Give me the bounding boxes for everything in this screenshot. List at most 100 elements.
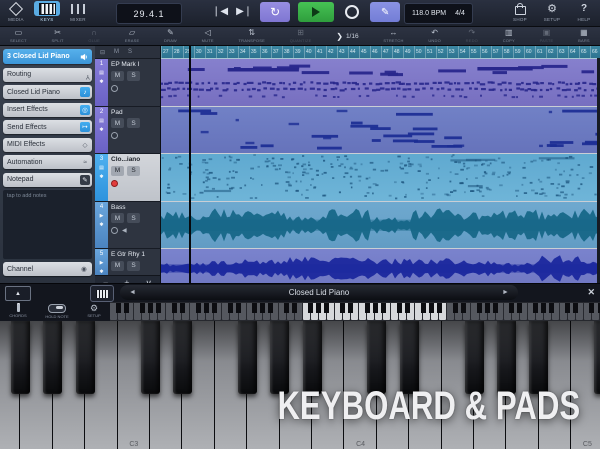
topbar-button-mixer[interactable]: MIXER xyxy=(64,1,92,22)
black-key[interactable] xyxy=(594,321,600,394)
inspector-item-insert-effects[interactable]: Insert Effects◎ xyxy=(3,103,92,117)
inspector-item-closed-lid-piano[interactable]: Closed Lid Piano♪ xyxy=(3,85,92,99)
solo-button[interactable]: S xyxy=(127,166,140,176)
solo-button[interactable]: S xyxy=(127,71,140,81)
keys-mode-button[interactable] xyxy=(90,285,114,302)
topbar-button-setup[interactable]: ⚙SETUP xyxy=(538,1,566,22)
next-instrument-button[interactable]: ► xyxy=(502,289,509,296)
instrument-selector[interactable]: ◄ Closed Lid Piano ► xyxy=(120,285,518,300)
cycle-loop-button[interactable]: ↻ xyxy=(260,2,290,22)
tool-transpose[interactable]: ⇅TRANSPOSE xyxy=(238,29,264,43)
go-to-end-button[interactable]: ▶❘ xyxy=(236,2,252,22)
lever-icon xyxy=(17,304,20,312)
time-display[interactable]: 29.4.1 xyxy=(116,3,182,24)
ruler-bar-number: 52 xyxy=(436,46,447,58)
track-color-strip: 1▤✱ xyxy=(95,59,108,106)
freeze-icon[interactable]: ✱ xyxy=(99,222,103,228)
inspector-item-send-effects[interactable]: Send Effects↦ xyxy=(3,120,92,134)
clip-pad[interactable] xyxy=(161,107,600,155)
black-key[interactable] xyxy=(141,321,160,394)
mute-button[interactable]: M xyxy=(111,213,124,223)
close-keyboard-button[interactable]: ✕ xyxy=(587,287,595,298)
inspector-item-routing[interactable]: RoutingY xyxy=(3,68,92,82)
snap-value-selector[interactable]: ❯1/16 xyxy=(336,32,358,41)
solo-button[interactable]: S xyxy=(127,261,140,271)
track-row-ep-mark-i[interactable]: 1▤✱EP Mark IMS xyxy=(95,59,160,107)
quantize-icon: ⊞ xyxy=(297,29,304,38)
tool-erase[interactable]: ▱ERASE xyxy=(125,29,140,43)
freeze-icon[interactable]: ✱ xyxy=(99,174,103,180)
tool-select[interactable]: ▭SELECT xyxy=(10,29,27,43)
topbar-button-shop[interactable]: SHOP xyxy=(506,1,534,22)
black-key[interactable] xyxy=(238,321,257,394)
track-row-pad[interactable]: 2▤✱PadMS xyxy=(95,107,160,155)
track-row-bass[interactable]: 4▶✱BassMS◀ xyxy=(95,202,160,250)
topbar-button-media[interactable]: MEDIA xyxy=(2,1,30,22)
tool-glue[interactable]: ∩GLUE xyxy=(88,29,100,43)
clip-bass[interactable] xyxy=(161,202,600,250)
record-arm-button[interactable] xyxy=(111,227,118,234)
inspector-item-automation[interactable]: Automation≈ xyxy=(3,155,92,169)
global-solo-label[interactable]: S xyxy=(128,49,132,55)
freeze-icon[interactable]: ✱ xyxy=(99,79,103,85)
ruler-bar-number: 64 xyxy=(568,46,579,58)
black-key[interactable] xyxy=(11,321,30,394)
black-key[interactable] xyxy=(43,321,62,394)
tool-copy[interactable]: ▥COPY xyxy=(503,29,515,43)
mute-button[interactable]: M xyxy=(111,166,124,176)
clip-e-gtr-rhy-1[interactable] xyxy=(161,249,600,283)
notepad-content[interactable]: tap to add notes xyxy=(3,190,92,259)
tool-split[interactable]: ✂SPLIT xyxy=(51,29,63,43)
record-button[interactable] xyxy=(342,2,362,22)
clip-clo-iano[interactable] xyxy=(161,154,600,202)
bpm-value: 118.0 BPM xyxy=(412,10,446,17)
tool-undo[interactable]: ↶UNDO xyxy=(428,29,441,43)
prev-instrument-button[interactable]: ◄ xyxy=(129,289,136,296)
timeline-ruler[interactable]: 2728293031323334353637383940414243444546… xyxy=(161,46,600,59)
fold-tracks-icon[interactable]: ⊟ xyxy=(100,49,105,56)
clip-ep-mark-i[interactable] xyxy=(161,59,600,107)
tool-stretch[interactable]: ↔STRETCH xyxy=(383,29,403,43)
record-arm-button[interactable] xyxy=(111,180,118,187)
tool-mute[interactable]: ◁MUTE xyxy=(202,29,214,43)
tool-draw[interactable]: ✎DRAW xyxy=(164,29,177,43)
mute-button[interactable]: M xyxy=(111,261,124,271)
playhead[interactable] xyxy=(189,46,191,283)
tool-quantize[interactable]: ⊞QUANTIZE xyxy=(290,29,312,43)
inspector-header[interactable]: 3 Closed Lid Piano xyxy=(3,49,92,64)
mute-button[interactable]: M xyxy=(111,118,124,128)
topbar-button-help[interactable]: ?HELP xyxy=(570,1,598,22)
tool-redo[interactable]: ↷REDO xyxy=(466,29,478,43)
marker-pencil-button[interactable]: ✎ xyxy=(370,2,400,22)
kb-control-setup[interactable]: ⚙SETUP xyxy=(87,304,100,318)
solo-button[interactable]: S xyxy=(127,118,140,128)
topbar-button-keys[interactable]: KEYS xyxy=(33,1,61,22)
tool-paste[interactable]: ▣PASTE xyxy=(540,29,554,43)
kb-control-chords[interactable]: CHORDS xyxy=(9,304,26,318)
tool-bars[interactable]: ▦BARS xyxy=(578,29,590,43)
freeze-icon[interactable]: ✱ xyxy=(99,127,103,133)
mini-keyboard-icon xyxy=(96,290,108,298)
track-row-clo-iano[interactable]: 3▤✱Clo...ianoMS xyxy=(95,154,160,202)
go-to-start-button[interactable]: ❘◀ xyxy=(212,2,228,22)
kb-control-hold-note[interactable]: HOLD NOTE xyxy=(45,304,68,319)
arrangement-area[interactable]: 2728293031323334353637383940414243444546… xyxy=(161,46,600,283)
global-mute-label[interactable]: M xyxy=(114,49,119,55)
keyboard-range-navigator[interactable] xyxy=(110,302,600,321)
tempo-display[interactable]: 118.0 BPM 4/4 xyxy=(404,3,473,24)
solo-button[interactable]: S xyxy=(127,213,140,223)
track-row-e-gtr-rhy-1[interactable]: 5▶✱E Gtr Rhy 1MS xyxy=(95,249,160,275)
inspector-item-notepad[interactable]: Notepad✎ xyxy=(3,173,92,187)
monitor-speaker-icon[interactable]: ◀ xyxy=(122,227,127,234)
black-key[interactable] xyxy=(173,321,192,394)
key-label-c4: C4 xyxy=(356,441,365,448)
record-arm-button[interactable] xyxy=(111,85,118,92)
channel-button[interactable]: Channel ◉ xyxy=(3,262,92,276)
black-key[interactable] xyxy=(76,321,95,394)
freeze-icon[interactable]: ✱ xyxy=(99,269,103,275)
mute-button[interactable]: M xyxy=(111,71,124,81)
hide-keyboard-button[interactable]: ▲ xyxy=(5,286,31,301)
inspector-item-midi-effects[interactable]: MIDI Effects◇ xyxy=(3,138,92,152)
record-arm-button[interactable] xyxy=(111,132,118,139)
play-button[interactable] xyxy=(298,2,334,22)
